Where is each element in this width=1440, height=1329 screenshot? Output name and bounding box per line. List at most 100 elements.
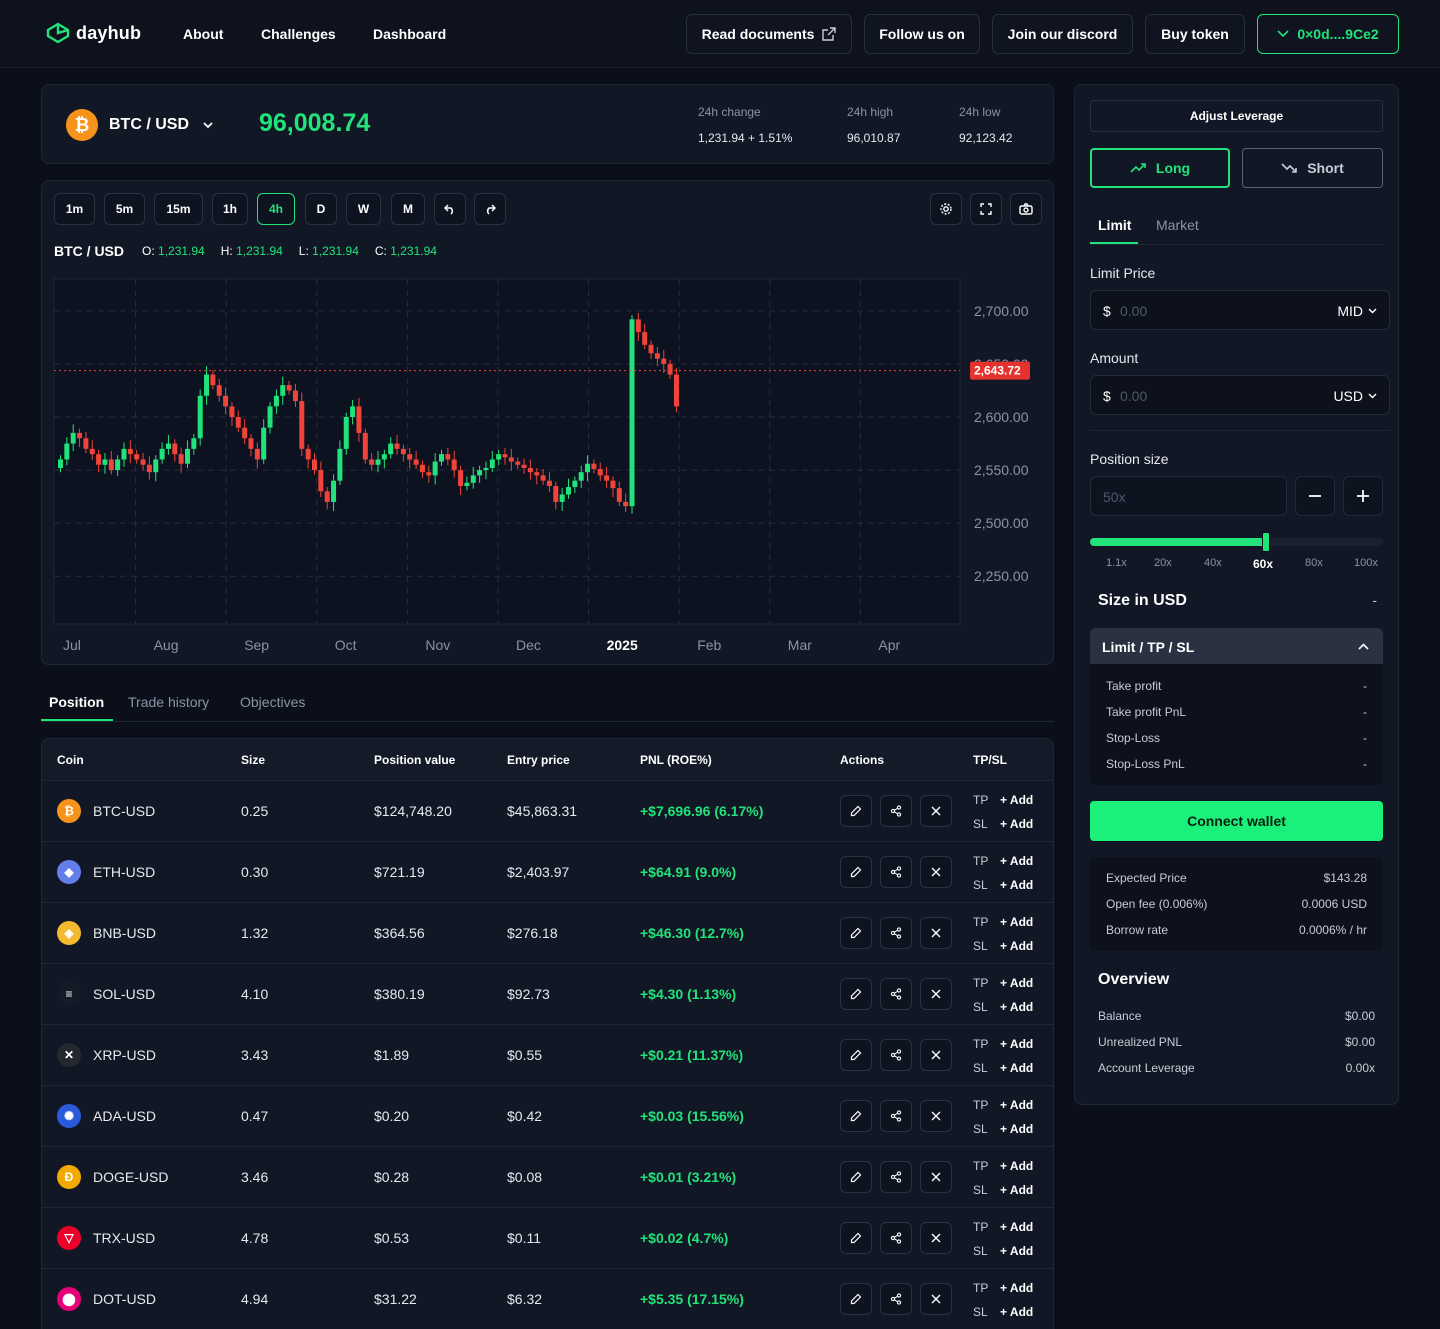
table-row[interactable]: ₿ BTC-USD 0.25 $124,748.20 $45,863.31 +$7,696… (42, 780, 1053, 841)
close-position-button[interactable] (920, 795, 952, 827)
wallet-button[interactable]: 0×0d....9Ce2 (1257, 14, 1399, 54)
screenshot-button[interactable] (1010, 193, 1042, 225)
timeframe-5m[interactable]: 5m (104, 193, 145, 225)
add-tp-button[interactable]: + Add (1000, 1220, 1033, 1234)
edit-position-button[interactable] (840, 1161, 872, 1193)
close-position-button[interactable] (920, 1039, 952, 1071)
decrease-size-button[interactable] (1295, 476, 1335, 516)
share-position-button[interactable] (880, 1283, 912, 1315)
add-sl-button[interactable]: + Add (1000, 1122, 1033, 1136)
add-tp-button[interactable]: + Add (1000, 976, 1033, 990)
close-position-button[interactable] (920, 1161, 952, 1193)
timeframe-1h[interactable]: 1h (212, 193, 248, 225)
connect-wallet-button[interactable]: Connect wallet (1090, 801, 1383, 841)
close-position-button[interactable] (920, 978, 952, 1010)
add-sl-button[interactable]: + Add (1000, 817, 1033, 831)
edit-position-button[interactable] (840, 856, 872, 888)
table-row[interactable]: ≡ SOL-USD 4.10 $380.19 $92.73 +$4.30 (1.13%) T… (42, 963, 1053, 1024)
share-position-button[interactable] (880, 1100, 912, 1132)
close-position-button[interactable] (920, 1283, 952, 1315)
add-tp-button[interactable]: + Add (1000, 1281, 1033, 1295)
share-position-button[interactable] (880, 978, 912, 1010)
nav-link-challenges[interactable]: Challenges (261, 26, 336, 42)
limit-price-input[interactable]: $ 0.00 MID (1090, 290, 1390, 330)
edit-position-button[interactable] (840, 1039, 872, 1071)
add-tp-button[interactable]: + Add (1000, 1098, 1033, 1112)
adjust-leverage-button[interactable]: Adjust Leverage (1090, 100, 1383, 132)
limit-price-suffix[interactable]: MID (1337, 303, 1363, 319)
add-sl-button[interactable]: + Add (1000, 1061, 1033, 1075)
slider-thumb[interactable] (1261, 532, 1270, 552)
leverage-mark[interactable]: 80x (1305, 557, 1323, 569)
table-row[interactable]: ✕ XRP-USD 3.43 $1.89 $0.55 +$0.21 (11.37%) TP +… (42, 1024, 1053, 1085)
add-tp-button[interactable]: + Add (1000, 1037, 1033, 1051)
close-position-button[interactable] (920, 1222, 952, 1254)
leverage-slider[interactable] (1090, 532, 1383, 552)
timeframe-15m[interactable]: 15m (154, 193, 203, 225)
table-row[interactable]: Ð DOGE-USD 3.46 $0.28 $0.08 +$0.01 (3.21%) TP +… (42, 1146, 1053, 1207)
edit-position-button[interactable] (840, 1100, 872, 1132)
candlestick-chart[interactable]: 2,700.002,650.002,600.002,550.002,500.00… (42, 271, 1053, 661)
add-sl-button[interactable]: + Add (1000, 939, 1033, 953)
add-sl-button[interactable]: + Add (1000, 1183, 1033, 1197)
add-tp-button[interactable]: + Add (1000, 854, 1033, 868)
share-position-button[interactable] (880, 856, 912, 888)
share-position-button[interactable] (880, 1222, 912, 1254)
amount-input[interactable]: $ 0.00 USD (1090, 375, 1390, 415)
leverage-mark[interactable]: 100x (1354, 557, 1378, 569)
amount-suffix[interactable]: USD (1333, 388, 1363, 404)
redo-button[interactable] (474, 193, 506, 225)
tab-trade-history[interactable]: Trade history (128, 694, 209, 710)
timeframe-m[interactable]: M (391, 193, 425, 225)
table-row[interactable]: ⬤ DOT-USD 4.94 $31.22 $6.32 +$5.35 (17.15%) TP… (42, 1268, 1053, 1329)
tab-position[interactable]: Position (49, 694, 104, 710)
edit-position-button[interactable] (840, 795, 872, 827)
table-row[interactable]: ◈ BNB-USD 1.32 $364.56 $276.18 +$46.30 (12.7%… (42, 902, 1053, 963)
table-row[interactable]: ✺ ADA-USD 0.47 $0.20 $0.42 +$0.03 (15.56%) TP +… (42, 1085, 1053, 1146)
share-position-button[interactable] (880, 1161, 912, 1193)
timeframe-w[interactable]: W (346, 193, 381, 225)
join-discord-button[interactable]: Join our discord (992, 14, 1133, 54)
close-position-button[interactable] (920, 1100, 952, 1132)
chart-settings-button[interactable] (930, 193, 962, 225)
add-sl-button[interactable]: + Add (1000, 1244, 1033, 1258)
edit-position-button[interactable] (840, 978, 872, 1010)
nav-link-about[interactable]: About (183, 26, 223, 42)
timeframe-1m[interactable]: 1m (54, 193, 95, 225)
leverage-mark-selected[interactable]: 60x (1253, 557, 1273, 571)
edit-position-button[interactable] (840, 1222, 872, 1254)
close-position-button[interactable] (920, 856, 952, 888)
add-sl-button[interactable]: + Add (1000, 1000, 1033, 1014)
short-button[interactable]: Short (1242, 148, 1383, 188)
increase-size-button[interactable] (1343, 476, 1383, 516)
table-row[interactable]: ▽ TRX-USD 4.78 $0.53 $0.11 +$0.02 (4.7%) TP + A… (42, 1207, 1053, 1268)
close-position-button[interactable] (920, 917, 952, 949)
share-position-button[interactable] (880, 795, 912, 827)
edit-position-button[interactable] (840, 1283, 872, 1315)
add-sl-button[interactable]: + Add (1000, 878, 1033, 892)
leverage-mark[interactable]: 40x (1204, 557, 1222, 569)
edit-position-button[interactable] (840, 917, 872, 949)
long-button[interactable]: Long (1090, 148, 1230, 188)
add-tp-button[interactable]: + Add (1000, 915, 1033, 929)
nav-link-dashboard[interactable]: Dashboard (373, 26, 446, 42)
add-sl-button[interactable]: + Add (1000, 1305, 1033, 1319)
leverage-mark[interactable]: 20x (1154, 557, 1172, 569)
add-tp-button[interactable]: + Add (1000, 793, 1033, 807)
follow-us-button[interactable]: Follow us on (864, 14, 980, 54)
share-position-button[interactable] (880, 917, 912, 949)
tab-market[interactable]: Market (1156, 217, 1199, 233)
tab-objectives[interactable]: Objectives (240, 694, 305, 710)
add-tp-button[interactable]: + Add (1000, 1159, 1033, 1173)
undo-button[interactable] (434, 193, 466, 225)
leverage-mark[interactable]: 1.1x (1106, 557, 1127, 569)
timeframe-d[interactable]: D (305, 193, 337, 225)
position-size-input[interactable]: 50x (1090, 476, 1287, 516)
read-documents-button[interactable]: Read documents (686, 14, 852, 54)
buy-token-button[interactable]: Buy token (1145, 14, 1245, 54)
fullscreen-button[interactable] (970, 193, 1002, 225)
share-position-button[interactable] (880, 1039, 912, 1071)
table-row[interactable]: ◆ ETH-USD 0.30 $721.19 $2,403.97 +$64.91 (9.0… (42, 841, 1053, 902)
tab-limit[interactable]: Limit (1098, 217, 1131, 233)
timeframe-4h[interactable]: 4h (257, 193, 295, 225)
